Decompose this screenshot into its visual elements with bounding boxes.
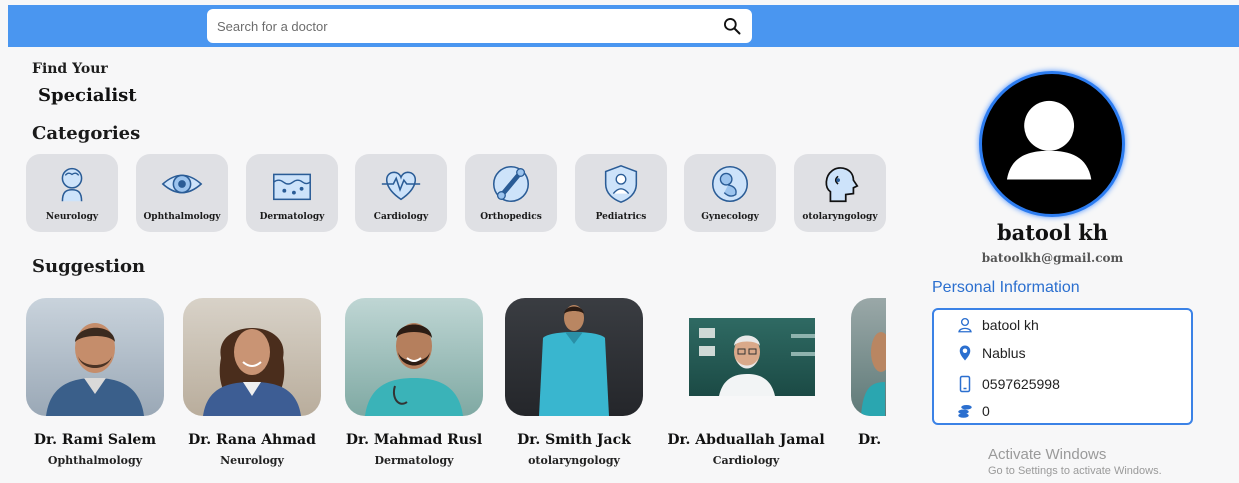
- phone-icon: [959, 375, 971, 393]
- doctor-image: [861, 332, 886, 416]
- personal-information-card: batool kh Nablus 0597625998 0: [932, 308, 1193, 425]
- activate-windows-watermark: Activate Windows Go to Settings to activ…: [988, 446, 1162, 477]
- coins-icon: [958, 405, 972, 418]
- category-label: Gynecology: [701, 212, 759, 222]
- search-icon[interactable]: [722, 16, 742, 36]
- doctor-specialty: Cardiology: [712, 454, 780, 467]
- profile-email: batoolkh@gmail.com: [981, 251, 1124, 265]
- doctor-specialty: otolaryngology: [528, 454, 620, 467]
- fetus-icon: [711, 165, 749, 203]
- search-bar[interactable]: [207, 9, 752, 43]
- categories-title: Categories: [32, 123, 141, 144]
- doctor-image: [203, 328, 301, 416]
- skin-icon: [273, 173, 311, 201]
- doctor-card[interactable]: Dr. Smith Jack otolaryngology: [494, 298, 654, 467]
- doctor-image: [365, 323, 463, 416]
- search-input[interactable]: [217, 18, 722, 34]
- category-label: Dermatology: [259, 212, 325, 222]
- profile-row-coins: 0: [956, 402, 990, 420]
- watermark-title: Activate Windows: [988, 446, 1107, 463]
- profile-row-phone: 0597625998: [956, 375, 1060, 393]
- location-pin-icon: [959, 345, 971, 361]
- category-dermatology[interactable]: Dermatology: [246, 154, 338, 232]
- profile-row-value: 0: [982, 403, 990, 419]
- category-otolaryngology[interactable]: otolaryngology: [794, 154, 886, 232]
- doctor-specialty: Ophthalmology: [47, 454, 143, 467]
- eye-icon: [161, 174, 203, 194]
- doctor-photo: [677, 298, 815, 416]
- category-label: otolaryngology: [802, 212, 878, 222]
- doctor-photo: [851, 298, 886, 416]
- avatar[interactable]: [979, 71, 1125, 217]
- doctor-image: [539, 305, 609, 416]
- doctor-photo: [26, 298, 164, 416]
- personal-information-title: Personal Information: [932, 279, 1080, 296]
- doctor-name: Dr. Abduallah Jamal: [667, 432, 825, 448]
- user-silhouette-icon: [1006, 100, 1092, 180]
- profile-row-value: 0597625998: [982, 376, 1060, 392]
- category-label: Cardiology: [373, 212, 429, 222]
- doctor-specialty: Neurology: [220, 454, 284, 467]
- profile-name: batool kh: [996, 220, 1109, 245]
- profile-row-name: batool kh: [956, 316, 1039, 334]
- category-label: Orthopedics: [480, 212, 542, 222]
- neurology-icon: [61, 167, 83, 202]
- category-cardiology[interactable]: Cardiology: [355, 154, 447, 232]
- specialist-heading: Specialist: [38, 85, 137, 106]
- category-label: Pediatrics: [595, 212, 647, 222]
- doctor-card[interactable]: Dr. Abduallah Jamal Cardiology: [666, 298, 826, 467]
- category-gynecology[interactable]: Gynecology: [684, 154, 776, 232]
- category-label: Neurology: [45, 212, 99, 222]
- watermark-subtitle: Go to Settings to activate Windows.: [988, 465, 1162, 477]
- doctor-image: [46, 323, 144, 416]
- doctor-specialty: Dermatology: [374, 454, 454, 467]
- doctor-name: Dr. Smith Jack: [517, 432, 631, 448]
- doctor-name: Dr.: [858, 432, 882, 448]
- category-label: Ophthalmology: [143, 212, 221, 222]
- profile-row-value: Nablus: [982, 345, 1026, 361]
- profile-row-value: batool kh: [982, 317, 1039, 333]
- doctor-photo: [183, 298, 321, 416]
- doctor-card[interactable]: Dr. Rana Ahmad Neurology: [172, 298, 332, 467]
- head-icon: [825, 167, 859, 203]
- category-neurology[interactable]: Neurology: [26, 154, 118, 232]
- doctor-name: Dr. Rami Salem: [33, 432, 157, 448]
- bone-icon: [492, 165, 530, 203]
- heart-icon: [381, 171, 421, 201]
- suggestion-title: Suggestion: [32, 256, 146, 277]
- category-orthopedics[interactable]: Orthopedics: [465, 154, 557, 232]
- find-your-text: Find Your: [32, 61, 108, 77]
- profile-row-location: Nablus: [956, 344, 1026, 362]
- person-icon: [958, 317, 972, 333]
- category-pediatrics[interactable]: Pediatrics: [575, 154, 667, 232]
- doctor-photo: [345, 298, 483, 416]
- category-ophthalmology[interactable]: Ophthalmology: [136, 154, 228, 232]
- doctor-card[interactable]: Dr. Rami Salem Ophthalmology: [15, 298, 175, 467]
- doctor-image: [699, 328, 815, 396]
- doctor-card[interactable]: Dr. Mahmad Rusl Dermatology: [334, 298, 494, 467]
- baby-icon: [604, 164, 638, 204]
- doctor-card[interactable]: Dr.: [838, 298, 886, 454]
- doctor-name: Dr. Rana Ahmad: [188, 432, 316, 448]
- doctor-photo: [505, 298, 643, 416]
- doctor-name: Dr. Mahmad Rusl: [345, 432, 483, 448]
